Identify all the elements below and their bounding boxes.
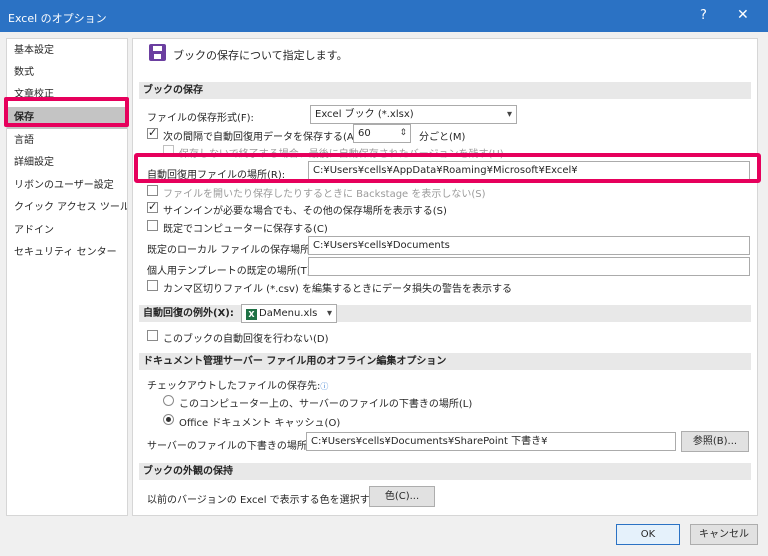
save-to-computer-checkbox[interactable] [147, 220, 158, 231]
save-to-computer-label: 既定でコンピューターに保存する(C) [163, 224, 328, 235]
default-local-input[interactable]: C:¥Users¥cells¥Documents [308, 236, 750, 255]
page-title: ブックの保存について指定します。 [173, 49, 348, 62]
colors-label: 以前のバージョンの Excel で表示する色を選択する:ⓘ [147, 491, 391, 506]
csv-warning-label: カンマ区切りファイル (*.csv) を編集するときにデータ損失の警告を表示する [163, 284, 512, 295]
default-local-label: 既定のローカル ファイルの保存場所(I): [147, 245, 325, 256]
backstage-checkbox[interactable] [147, 185, 158, 196]
info-icon: ⓘ [320, 382, 329, 391]
save-icon [149, 44, 166, 61]
window-title: Excel のオプション [8, 12, 107, 25]
autorecover-checkbox[interactable] [147, 126, 158, 139]
disable-autorecover-checkbox[interactable] [147, 330, 158, 341]
title-bar: Excel のオプション ? ✕ [0, 0, 768, 32]
radio-server-drafts-label: このコンピューター上の、サーバーのファイルの下書きの場所(L) [179, 399, 473, 410]
autorecover-workbook-value: DaMenu.xls [259, 308, 318, 319]
radio-office-cache[interactable] [163, 414, 174, 425]
autorecover-location-highlight [134, 153, 761, 183]
sidebar-item-addins[interactable]: アドイン [7, 220, 127, 242]
radio-office-cache-label: Office ドキュメント キャッシュ(O) [179, 418, 341, 429]
sidebar-item-customize-ribbon[interactable]: リボンのユーザー設定 [7, 175, 127, 197]
sidebar-item-general[interactable]: 基本設定 [7, 40, 127, 62]
content-panel: ブックの保存について指定します。 ブックの保存 ファイルの保存形式(F): Ex… [132, 38, 758, 516]
colors-label-text: 以前のバージョンの Excel で表示する色を選択する: [147, 495, 384, 506]
sidebar-item-formulas[interactable]: 数式 [7, 62, 127, 84]
personal-templates-input[interactable] [308, 257, 750, 276]
save-format-label: ファイルの保存形式(F): [147, 113, 254, 124]
section-offline-editing: ドキュメント管理サーバー ファイル用のオフライン編集オプション [139, 353, 751, 370]
autorecover-minutes-stepper[interactable]: 60 [353, 124, 411, 143]
sidebar-item-trust-center[interactable]: セキュリティ センター [7, 242, 127, 264]
show-locations-checkbox[interactable] [147, 200, 158, 213]
section-visual-appearance: ブックの外観の保持 [139, 463, 751, 480]
sidebar-item-language[interactable]: 言語 [7, 130, 127, 152]
csv-warning-checkbox[interactable] [147, 280, 158, 291]
save-format-select[interactable]: Excel ブック (*.xlsx) [310, 105, 517, 124]
excel-icon: X [246, 309, 257, 320]
personal-templates-label: 個人用テンプレートの既定の場所(T): [147, 266, 314, 277]
autorecover-label: 次の間隔で自動回復用データを保存する(A): [163, 132, 362, 143]
checkout-label: チェックアウトしたファイルの保存先:ⓘ [147, 377, 328, 392]
colors-button[interactable]: 色(C)... [369, 486, 435, 507]
autorecover-workbook-select[interactable]: X DaMenu.xls [241, 304, 337, 323]
backstage-label: ファイルを開いたり保存したりするときに Backstage を表示しない(S) [163, 189, 486, 200]
save-highlight-outline [4, 97, 129, 127]
ok-button[interactable]: OK [616, 524, 680, 545]
minutes-label: 分ごと(M) [419, 132, 466, 143]
radio-server-drafts[interactable] [163, 395, 174, 406]
section-autorecover-exceptions-fill [323, 305, 751, 322]
disable-autorecover-label: このブックの自動回復を行わない(D) [163, 334, 329, 345]
drafts-location-input[interactable]: C:¥Users¥cells¥Documents¥SharePoint 下書き¥ [306, 432, 676, 451]
show-locations-label: サインインが必要な場合でも、その他の保存場所を表示する(S) [163, 206, 447, 217]
section-save-workbooks: ブックの保存 [139, 82, 751, 99]
drafts-location-label: サーバーのファイルの下書きの場所(V): [147, 441, 325, 452]
sidebar-item-quick-access-toolbar[interactable]: クイック アクセス ツール バー [7, 197, 127, 219]
help-icon[interactable]: ? [700, 8, 707, 23]
sidebar-item-advanced[interactable]: 詳細設定 [7, 152, 127, 174]
cancel-button[interactable]: キャンセル [690, 524, 758, 545]
browse-button[interactable]: 参照(B)... [681, 431, 749, 452]
checkout-label-text: チェックアウトしたファイルの保存先: [147, 381, 321, 392]
close-icon[interactable]: ✕ [737, 7, 749, 23]
section-autorecover-exceptions: 自動回復の例外(X): [139, 305, 257, 322]
